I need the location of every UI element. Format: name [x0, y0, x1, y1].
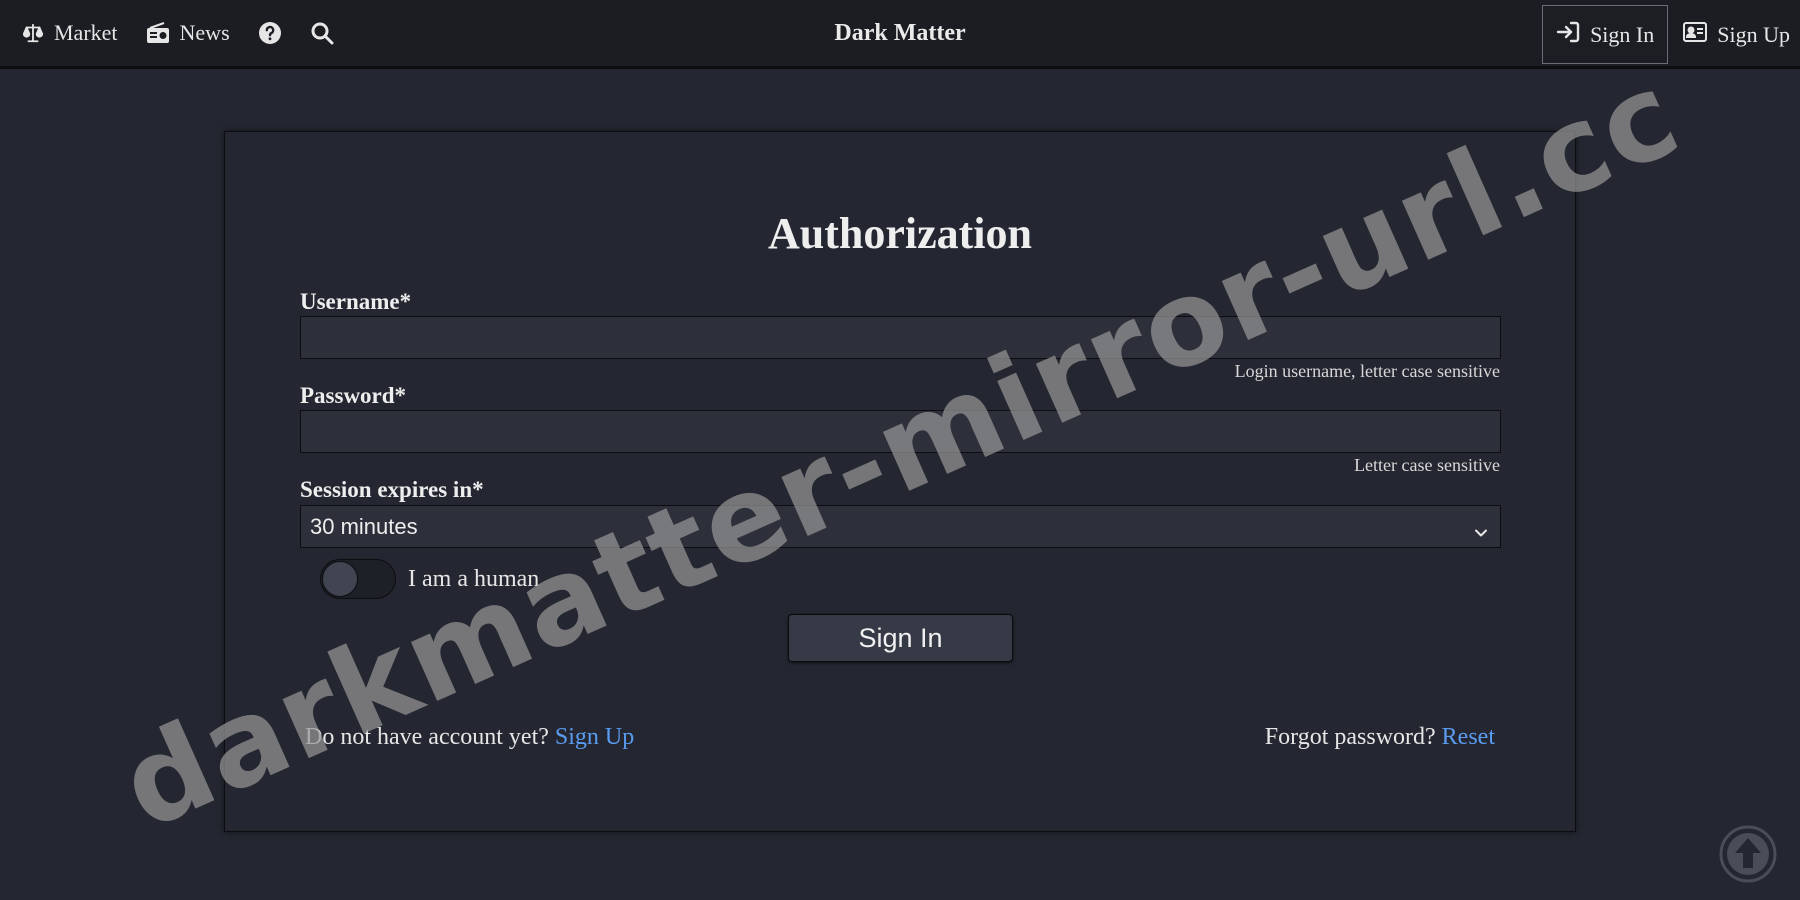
scroll-to-top-button[interactable] — [1718, 824, 1778, 889]
forgot-password-prompt: Forgot password? Reset — [1265, 724, 1495, 751]
username-label: Username* — [300, 289, 412, 314]
session-label: Session expires in* — [300, 477, 484, 502]
password-input[interactable] — [300, 410, 1501, 453]
human-toggle-switch[interactable] — [320, 559, 396, 599]
id-card-icon — [1683, 21, 1708, 48]
reset-link[interactable]: Reset — [1442, 724, 1495, 750]
signup-prompt: Do not have account yet? Sign Up — [305, 724, 634, 751]
chevron-down-icon — [1474, 520, 1488, 546]
nav-market-label: Market — [54, 20, 118, 45]
forgot-password-text: Forgot password? — [1264, 724, 1436, 750]
auth-card: Authorization Username* Login username, … — [224, 131, 1576, 832]
question-icon — [258, 21, 282, 45]
search-icon — [310, 21, 334, 45]
nav-market[interactable]: Market — [22, 20, 118, 46]
nav-sign-in-label: Sign In — [1590, 21, 1655, 47]
username-input[interactable] — [300, 316, 1501, 359]
nav-search[interactable] — [310, 21, 334, 45]
nav-right-group: Sign In Sign Up — [1542, 5, 1800, 64]
nav-help[interactable] — [258, 21, 282, 45]
radio-icon — [146, 22, 170, 44]
password-label: Password* — [300, 383, 407, 408]
nav-sign-in-button[interactable]: Sign In — [1542, 5, 1669, 64]
page-title: Authorization — [768, 209, 1032, 258]
human-toggle-label: I am a human — [408, 565, 540, 592]
signup-prompt-text: Do not have account yet? — [305, 724, 549, 750]
sign-in-submit-button[interactable]: Sign In — [788, 614, 1013, 662]
toggle-knob — [322, 561, 358, 597]
username-hint: Login username, letter case sensitive — [1234, 361, 1500, 381]
session-selected-value: 30 minutes — [310, 513, 418, 539]
top-navbar: Market News Dark Matter Sign In Sign Up — [0, 0, 1800, 69]
arrow-up-circle-icon — [1718, 825, 1778, 888]
nav-news[interactable]: News — [146, 20, 230, 46]
human-toggle-row[interactable]: I am a human — [320, 559, 539, 599]
sign-in-icon — [1556, 21, 1580, 49]
nav-sign-up-button[interactable]: Sign Up — [1670, 5, 1800, 64]
password-hint: Letter case sensitive — [1354, 455, 1500, 475]
scale-icon — [22, 22, 44, 44]
nav-sign-up-label: Sign Up — [1717, 21, 1790, 47]
signup-link[interactable]: Sign Up — [555, 724, 634, 750]
nav-news-label: News — [179, 20, 230, 45]
session-select[interactable]: 30 minutes — [300, 505, 1501, 548]
nav-left-group: Market News — [22, 0, 362, 66]
